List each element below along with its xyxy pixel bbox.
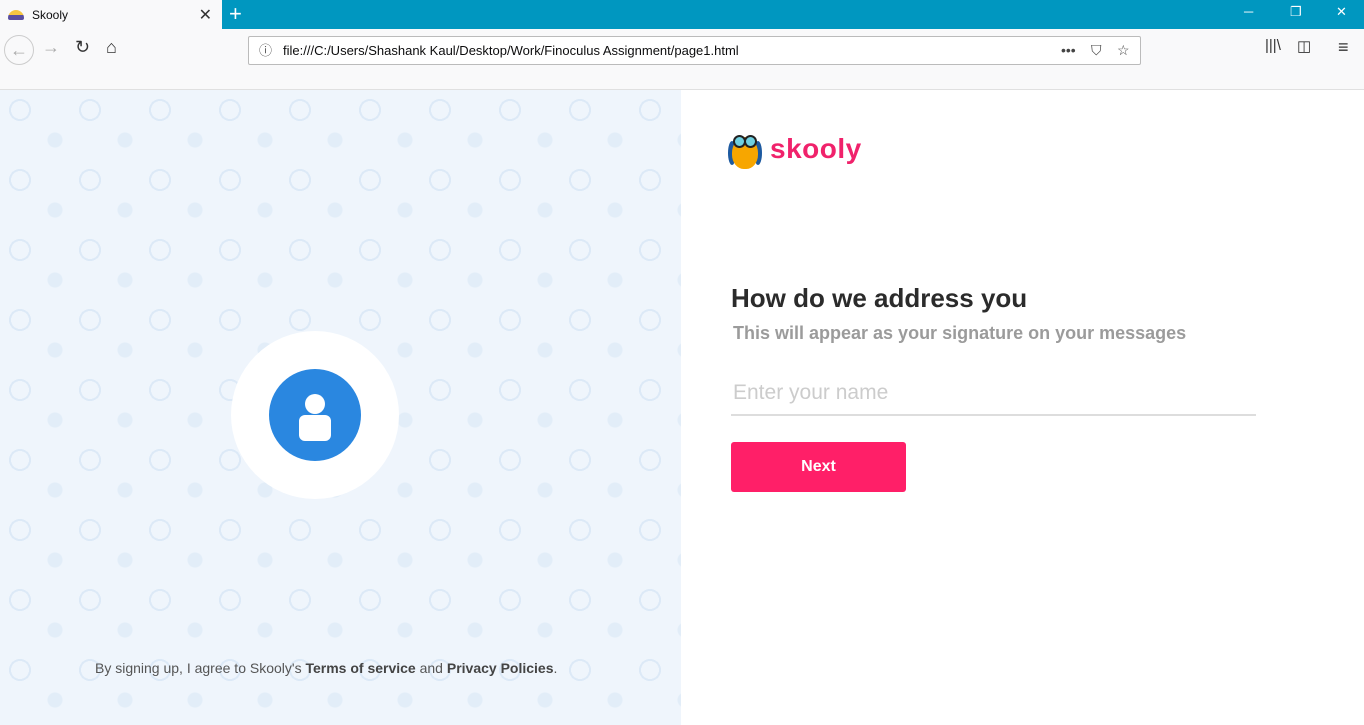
- brand-name: skooly: [770, 133, 862, 164]
- browser-tab[interactable]: Skooly ✕: [0, 0, 222, 29]
- close-tab-icon[interactable]: ✕: [199, 5, 212, 25]
- next-button[interactable]: Next: [731, 442, 906, 492]
- page-subtitle: This will appear as your signature on yo…: [733, 323, 1187, 343]
- sidebar-icon[interactable]: ◫: [1297, 37, 1311, 55]
- page-actions-icon[interactable]: •••: [1061, 37, 1076, 64]
- back-button[interactable]: ←: [4, 35, 34, 65]
- avatar-ring: [231, 331, 399, 499]
- library-icon[interactable]: |||\: [1265, 37, 1281, 54]
- home-button[interactable]: ⌂: [106, 37, 117, 58]
- pocket-icon[interactable]: ⛉: [1091, 37, 1102, 64]
- minimize-button[interactable]: ─: [1244, 4, 1253, 19]
- name-input[interactable]: [731, 372, 1256, 416]
- address-bar[interactable]: ⓘ file:///C:/Users/Shashank Kaul/Desktop…: [248, 36, 1141, 65]
- close-window-button[interactable]: ✕: [1336, 4, 1347, 20]
- terms-prefix: By signing up, I agree to Skooly's: [95, 660, 306, 676]
- tab-bar: Skooly ✕ + ─ ❐ ✕: [0, 0, 1364, 29]
- terms-and: and: [415, 660, 447, 676]
- owl-logo-icon: [728, 127, 762, 171]
- privacy-policies-link[interactable]: Privacy Policies: [447, 660, 554, 676]
- illustration-panel: By signing up, I agree to Skooly's Terms…: [0, 90, 681, 725]
- url-text: file:///C:/Users/Shashank Kaul/Desktop/W…: [283, 43, 739, 58]
- page-title: How do we address you: [731, 283, 1028, 313]
- new-tab-button[interactable]: +: [229, 1, 242, 27]
- menu-icon[interactable]: ≡: [1338, 37, 1349, 58]
- info-icon[interactable]: ⓘ: [259, 37, 272, 64]
- tab-title: Skooly: [32, 7, 69, 22]
- restore-button[interactable]: ❐: [1290, 4, 1302, 20]
- bookmark-star-icon[interactable]: ☆: [1117, 37, 1130, 64]
- forward-button[interactable]: →: [42, 37, 60, 58]
- user-avatar-icon: [269, 369, 361, 461]
- nav-bar: ← → ↻ ⌂ ⓘ file:///C:/Users/Shashank Kaul…: [0, 29, 1364, 90]
- skooly-logo: skooly: [728, 127, 862, 171]
- terms-suffix: .: [553, 660, 558, 676]
- reload-button[interactable]: ↻: [75, 37, 90, 58]
- terms-of-service-link[interactable]: Terms of service: [305, 660, 415, 676]
- skooly-favicon-icon: [8, 9, 24, 20]
- terms-text: By signing up, I agree to Skooly's Terms…: [95, 660, 557, 676]
